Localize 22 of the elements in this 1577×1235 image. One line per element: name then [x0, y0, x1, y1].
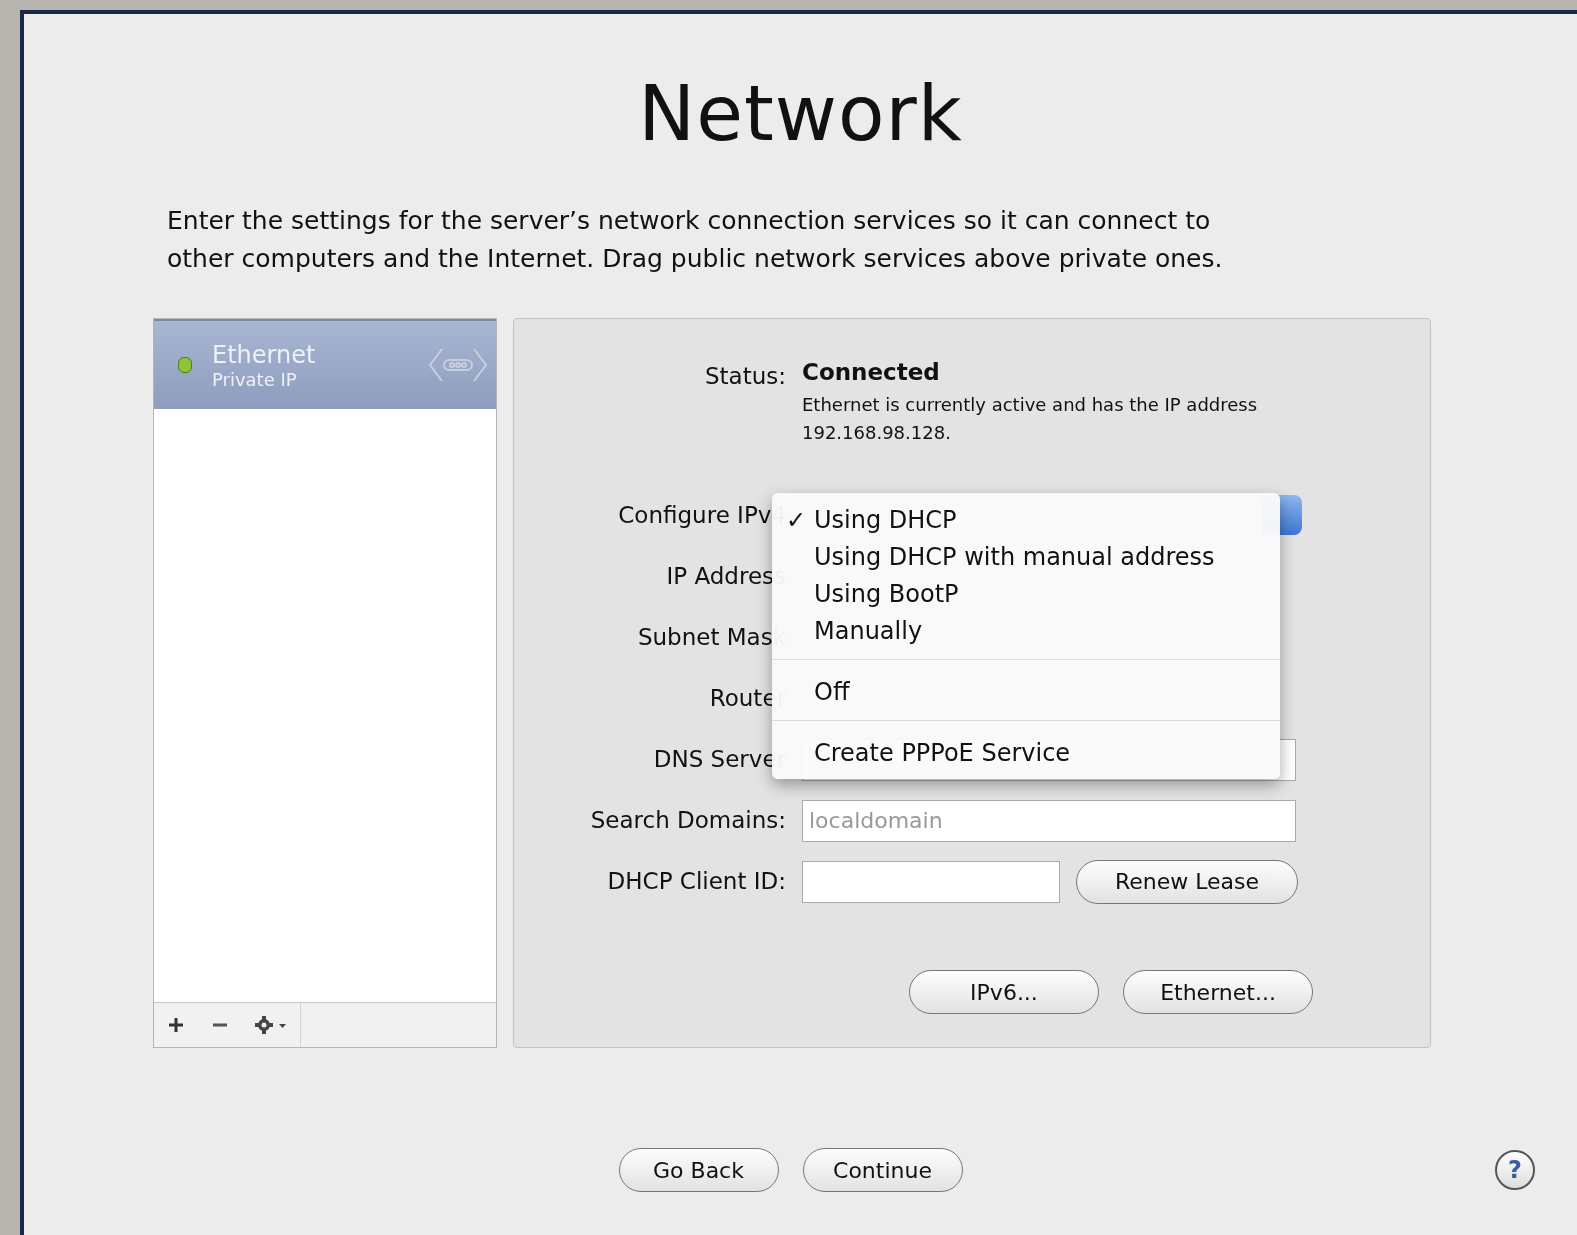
input-field[interactable]: localdomain	[802, 799, 1296, 842]
field-label: Status:	[704, 362, 786, 389]
field-label: Search Domains:	[590, 806, 786, 835]
panel-button[interactable]: Ethernet...	[1123, 970, 1313, 1014]
footer-button[interactable]: Go Back	[618, 1148, 779, 1192]
description-line: other computers and the Internet. Drag public network services above private ones.	[167, 243, 1223, 275]
input-field[interactable]	[802, 860, 1060, 903]
panel-button[interactable]: IPv6...	[909, 970, 1099, 1014]
service-detail: Private IP	[212, 368, 298, 390]
field-label: DHCP Client ID:	[607, 867, 786, 896]
footer-button[interactable]: Continue	[802, 1148, 963, 1192]
page-title: Network	[637, 68, 964, 152]
renew-lease-button[interactable]: Renew Lease	[1076, 859, 1298, 904]
description-line: Enter the settings for the server’s network connection services so it can connect to	[167, 205, 1211, 237]
status-message: Ethernet is currently active and has the IP address 192.168.98.128.	[802, 393, 1259, 445]
help-button[interactable]: ?	[1495, 1150, 1535, 1190]
check-mark: ✓	[785, 505, 806, 534]
add-icon[interactable]	[166, 1015, 186, 1035]
field-label: Subnet Mask	[637, 623, 786, 652]
status-value: Connected	[802, 359, 941, 385]
service-name: Ethernet	[212, 340, 317, 369]
settings-icon[interactable]	[254, 1015, 288, 1035]
